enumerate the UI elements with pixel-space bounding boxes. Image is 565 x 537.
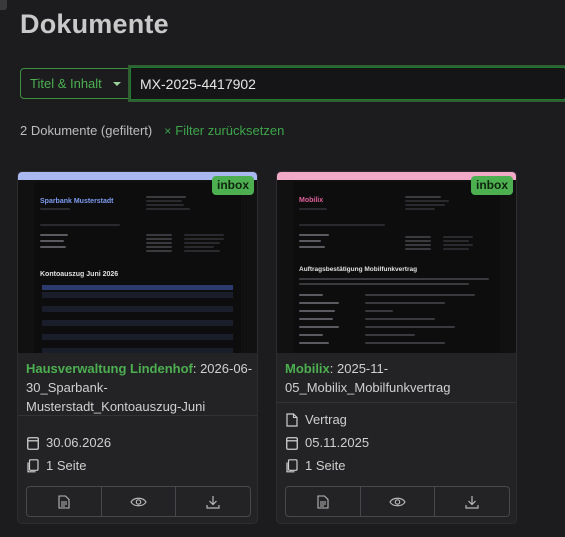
page-title: Dokumente (20, 9, 169, 39)
document-details-icon (317, 494, 329, 509)
document-card[interactable]: Mobilix Auftragsbestätigung Mobilfunkver… (276, 171, 517, 524)
download-button[interactable] (435, 487, 509, 516)
document-type: Vertrag (286, 412, 347, 427)
document-thumbnail[interactable]: Sparbank Musterstadt Kontoauszug Juni 20… (18, 172, 257, 353)
reset-filter-label: Filter zurücksetzen (175, 123, 285, 138)
search-scope-label: Titel & Inhalt (30, 76, 102, 91)
divider (18, 415, 257, 416)
calendar-icon (286, 436, 298, 450)
thumbnail-heading: Auftragsbestätigung Mobilfunkvertrag (299, 266, 418, 273)
result-count: 2 Dokumente (gefiltert) (20, 123, 153, 138)
pages-icon (27, 458, 39, 472)
preview-button[interactable] (102, 487, 177, 516)
thumbnail-page: Mobilix Auftragsbestätigung Mobilfunkver… (293, 182, 500, 353)
document-title[interactable]: Hausverwaltung Lindenhof: 2026-06-30_Spa… (26, 359, 254, 416)
search-scope-select[interactable]: Titel & Inhalt (20, 68, 129, 99)
preview-button[interactable] (361, 487, 436, 516)
document-pages-text: 1 Seite (46, 458, 87, 473)
document-pages: 1 Seite (286, 458, 345, 473)
eye-icon (130, 497, 147, 506)
download-button[interactable] (176, 487, 250, 516)
download-icon (206, 495, 220, 509)
thumbnail-heading: Kontoauszug Juni 2026 (40, 271, 119, 278)
details-button[interactable] (27, 487, 102, 516)
eye-icon (389, 497, 406, 506)
inbox-tag[interactable]: inbox (471, 176, 513, 195)
reset-filter-link[interactable]: × Filter zurücksetzen (164, 123, 284, 138)
thumbnail-brand: Mobilix (299, 197, 324, 204)
close-icon: × (164, 123, 172, 138)
document-date-text: 30.06.2026 (46, 435, 112, 450)
document-thumbnail[interactable]: Mobilix Auftragsbestätigung Mobilfunkver… (277, 172, 516, 353)
details-button[interactable] (286, 487, 361, 516)
document-pages-text: 1 Seite (305, 458, 346, 473)
document-title[interactable]: Mobilix: 2025-11-05_Mobilix_Mobilfunkver… (285, 359, 513, 397)
chevron-down-icon (113, 82, 121, 86)
card-actions (26, 486, 251, 517)
document-card[interactable]: Sparbank Musterstadt Kontoauszug Juni 20… (17, 171, 258, 524)
document-details-icon (58, 494, 70, 509)
document-date: 05.11.2025 (286, 435, 369, 450)
inbox-tag[interactable]: inbox (212, 176, 254, 195)
document-date: 30.06.2026 (27, 435, 111, 450)
document-type-icon (286, 412, 298, 427)
document-pages: 1 Seite (27, 458, 86, 473)
calendar-icon (27, 436, 39, 450)
search-bar: Titel & Inhalt (20, 65, 565, 102)
window-corner (0, 0, 7, 10)
document-date-text: 05.11.2025 (305, 435, 370, 450)
correspondent[interactable]: Mobilix (285, 361, 330, 376)
correspondent[interactable]: Hausverwaltung Lindenhof (26, 361, 193, 376)
card-actions (285, 486, 510, 517)
pages-icon (286, 458, 298, 472)
thumbnail-brand: Sparbank Musterstadt (40, 198, 114, 205)
filter-summary: 2 Dokumente (gefiltert) × Filter zurücks… (20, 123, 284, 138)
search-input[interactable] (128, 65, 565, 102)
document-type-text: Vertrag (305, 412, 347, 427)
thumbnail-page: Sparbank Musterstadt Kontoauszug Juni 20… (34, 182, 241, 353)
divider (277, 402, 516, 403)
download-icon (465, 495, 479, 509)
